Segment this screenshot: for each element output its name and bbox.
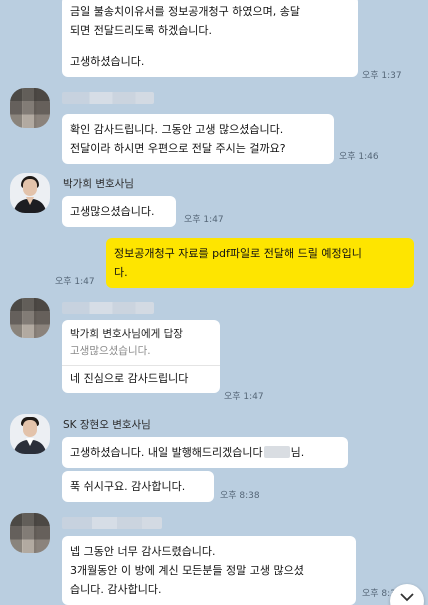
chevron-down-icon (400, 593, 414, 602)
message-text: 전달이라 하시면 우편으로 전달 주시는 걸까요? (70, 142, 286, 155)
message-text: 네 진심으로 감사드립니다 (70, 372, 189, 385)
message-time: 오후 1:47 (184, 215, 224, 225)
avatar[interactable] (10, 298, 50, 338)
message-text: 다. (114, 266, 128, 279)
message-bubble[interactable]: 정보공개청구 자료를 pdf파일로 전달해 드릴 예정입니 다. (106, 238, 414, 288)
message-bubble[interactable]: 확인 감사드립니다. 그동안 고생 많으셨습니다. 전달이라 하시면 우편으로 … (62, 114, 334, 164)
message-time: 오후 1:46 (339, 152, 379, 162)
message-text: 금일 불송치이유서를 정보공개청구 하였으며, 송달 (70, 5, 301, 18)
avatar[interactable] (10, 173, 50, 213)
message-text: 넵 그동안 너무 감사드렸습니다. (70, 545, 216, 558)
avatar[interactable] (10, 414, 50, 454)
message-time: 오후 1:47 (224, 392, 264, 402)
message-text: 습니다. 감사합니다. (70, 583, 162, 596)
message-text: 고생하셨습니다. (70, 55, 145, 68)
sender-name: SK 장현오 변호사님 (63, 419, 151, 431)
message-bubble[interactable]: 넵 그동안 너무 감사드렸습니다. 3개월동안 이 방에 계신 모든분들 정말 … (62, 536, 356, 605)
message-text: 확인 감사드립니다. 그동안 고생 많으셨습니다. (70, 123, 284, 136)
avatar[interactable] (10, 88, 50, 128)
message-time: 오후 8:38 (220, 491, 260, 501)
message-text: 되면 전달드리도록 하겠습니다. (70, 24, 213, 37)
redacted-name (263, 446, 290, 458)
message-bubble[interactable]: 고생하셨습니다. 내일 발행해드리겠습니다 님. (62, 437, 348, 468)
scroll-down-button[interactable] (390, 584, 424, 605)
reply-message-bubble[interactable]: 박가희 변호사님에게 답장 고생많으셨습니다. 네 진심으로 감사드립니다 (62, 320, 220, 393)
avatar[interactable] (10, 513, 50, 553)
reply-target: 박가희 변호사님에게 답장 (70, 328, 183, 340)
reply-quote: 고생많으셨습니다. (70, 345, 151, 357)
message-time: 오후 1:47 (55, 277, 95, 287)
message-bubble[interactable]: 금일 불송치이유서를 정보공개청구 하였으며, 송달 되면 전달드리도록 하겠습… (62, 0, 358, 77)
sender-name-blurred (62, 517, 162, 529)
message-text: 고생많으셨습니다. (70, 205, 155, 218)
sender-name-blurred (62, 302, 154, 314)
message-text: 정보공개청구 자료를 pdf파일로 전달해 드릴 예정입니 (114, 247, 362, 260)
sender-name-blurred (62, 92, 154, 104)
message-text: 푹 쉬시구요. 감사합니다. (70, 480, 186, 493)
message-text: 고생하셨습니다. 내일 발행해드리겠습니다 (70, 446, 263, 459)
message-text: 님. (290, 446, 305, 459)
message-time: 오후 1:37 (362, 71, 402, 81)
message-text: 3개월동안 이 방에 계신 모든분들 정말 고생 많으셨 (70, 564, 304, 577)
message-bubble[interactable]: 푹 쉬시구요. 감사합니다. (62, 471, 214, 502)
message-bubble[interactable]: 고생많으셨습니다. (62, 196, 176, 227)
sender-name: 박가희 변호사님 (63, 178, 134, 190)
